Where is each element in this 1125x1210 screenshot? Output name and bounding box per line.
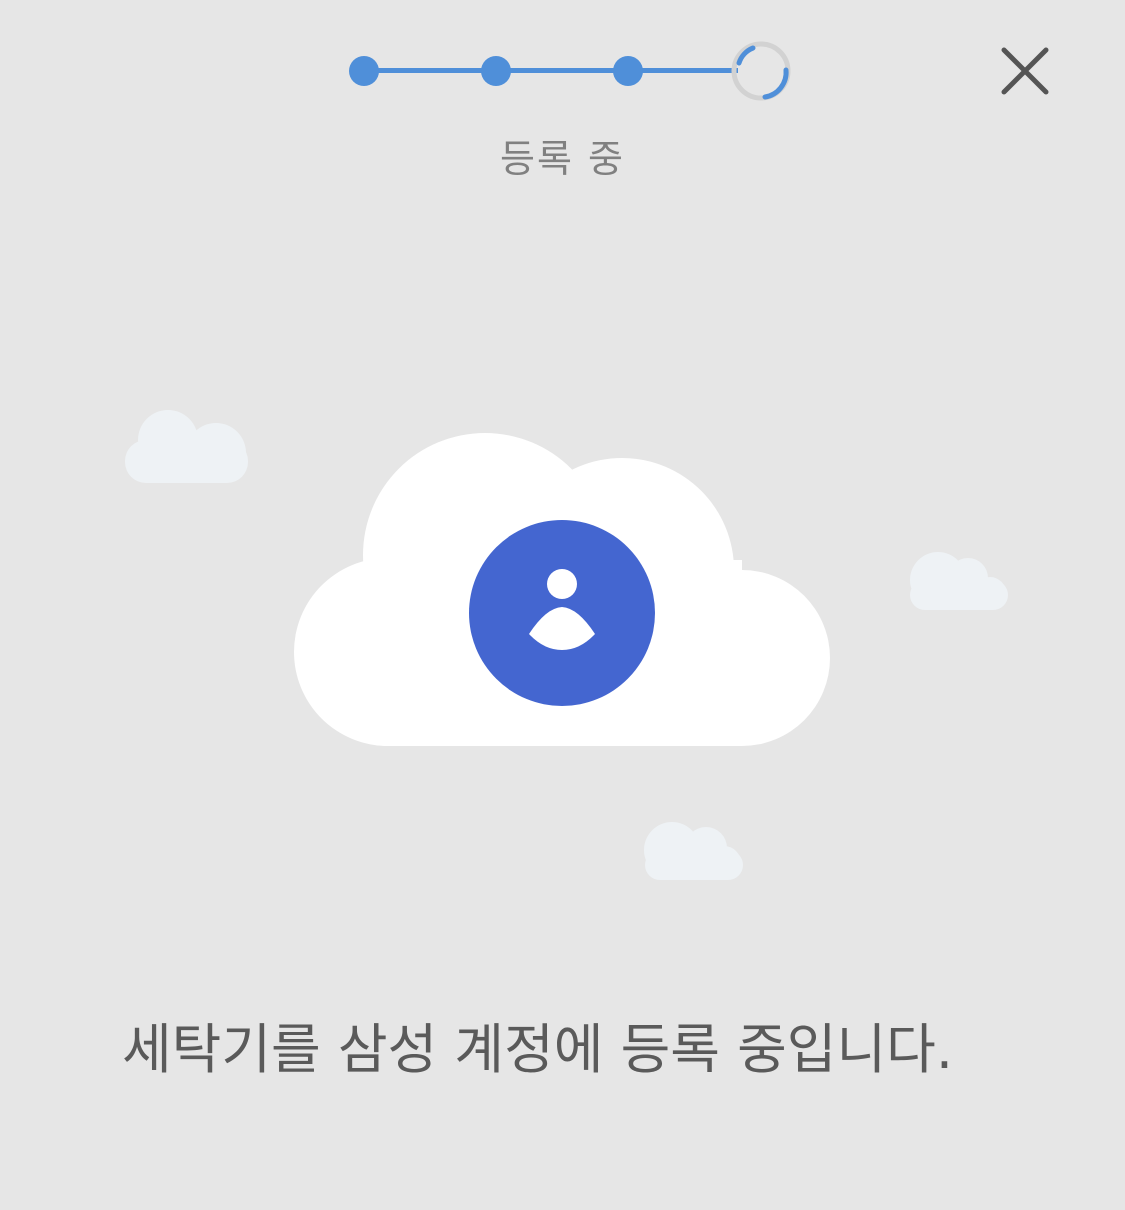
account-icon (469, 520, 655, 706)
small-cloud-icon-right (910, 552, 1008, 610)
registration-message: 세탁기를 삼성 계정에 등록 중입니다. (121, 1018, 954, 1081)
registration-illustration (125, 410, 1008, 880)
small-cloud-icon-bottom (644, 822, 743, 880)
small-cloud-icon-left (125, 410, 248, 483)
